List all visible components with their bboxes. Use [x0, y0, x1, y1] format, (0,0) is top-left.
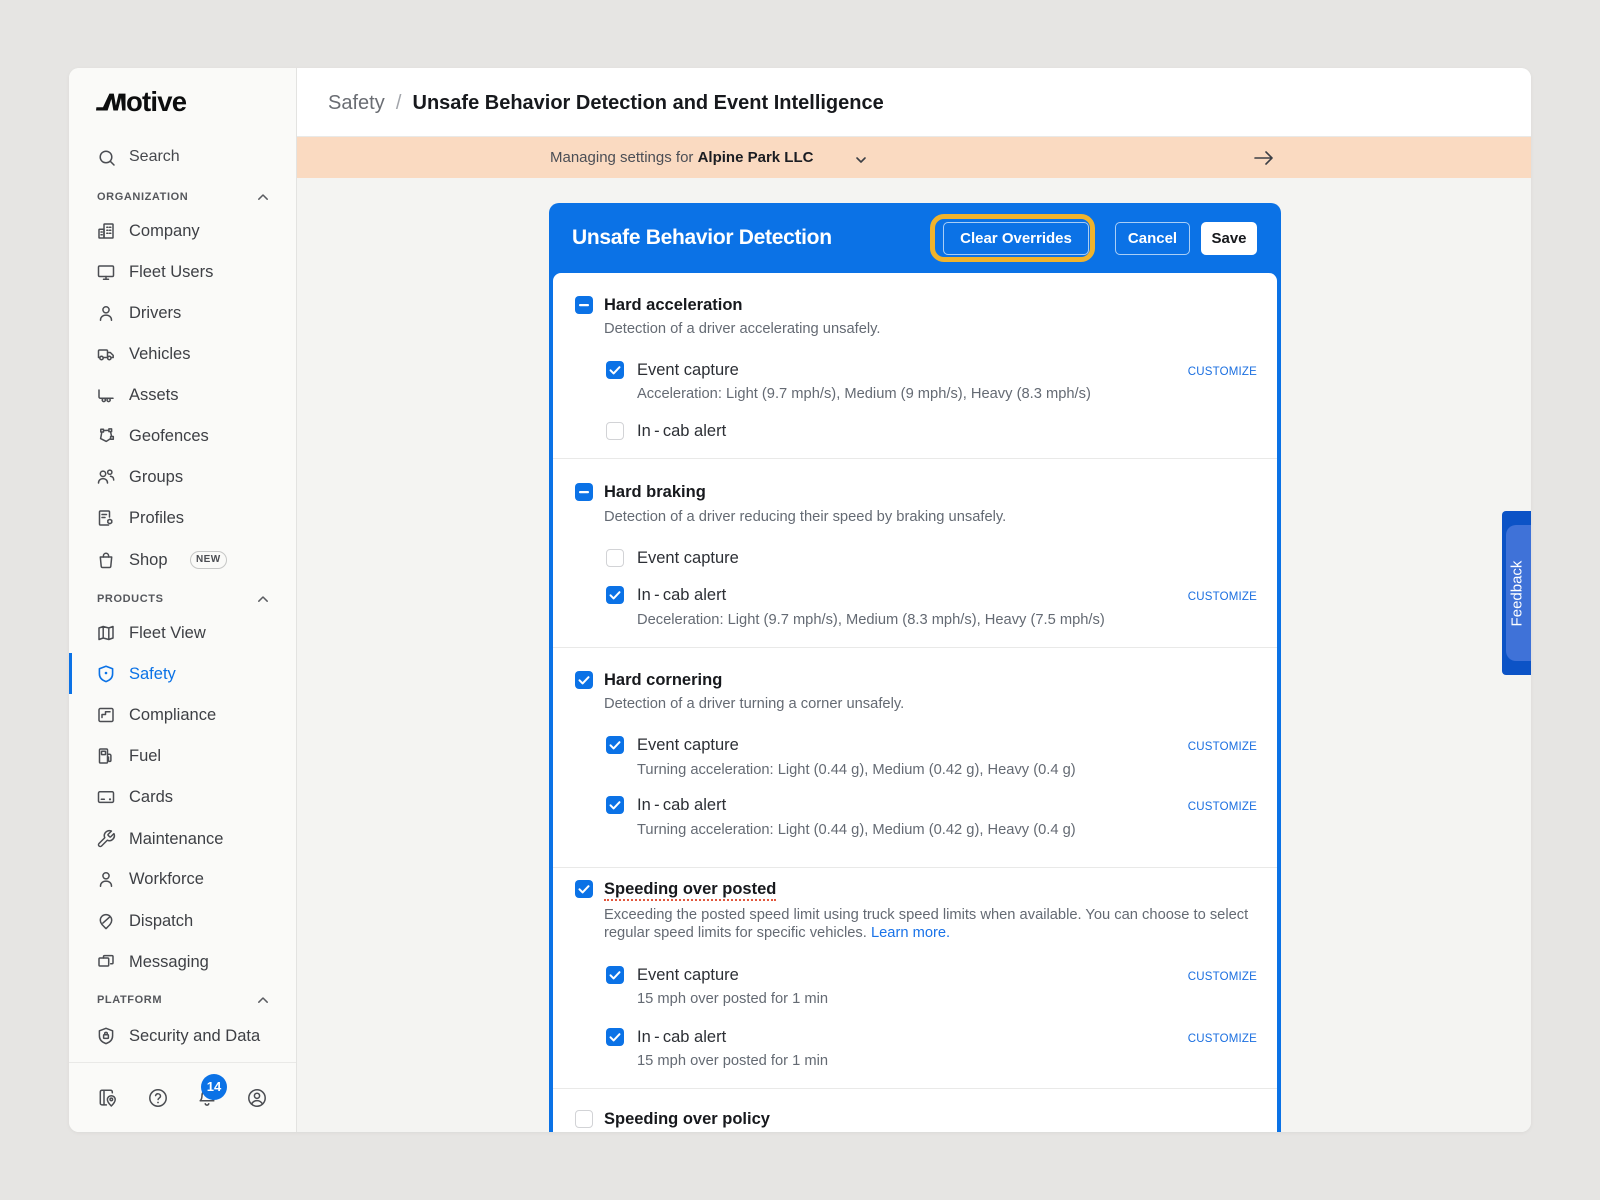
svg-text:otive: otive: [126, 88, 187, 112]
